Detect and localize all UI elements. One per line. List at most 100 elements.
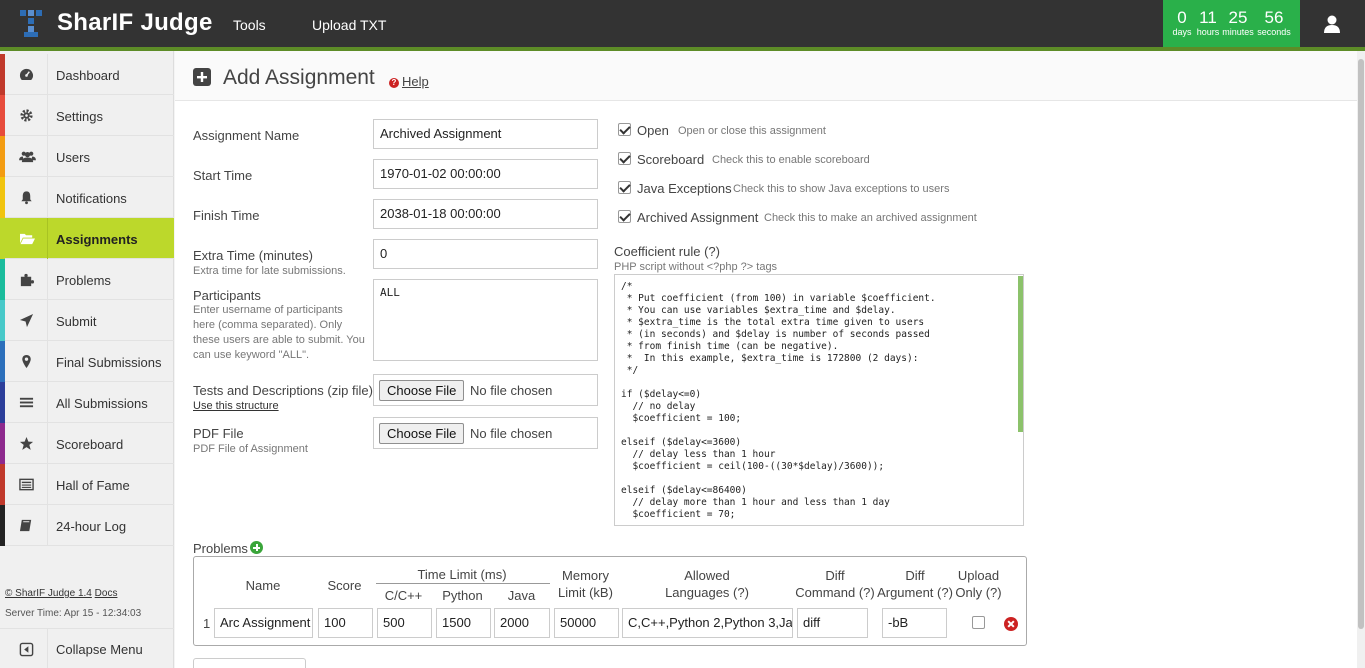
start-time-input[interactable]: 1970-01-02 00:00:00	[373, 159, 598, 189]
scoreboard-label: Scoreboard	[637, 152, 705, 167]
server-time: Server Time: Apr 15 - 12:34:03	[5, 608, 142, 619]
timer-days: 0 days	[1171, 8, 1193, 38]
sidebar-icon-box	[5, 423, 48, 464]
list-icon	[19, 397, 34, 408]
header-python: Python	[442, 588, 483, 603]
help-link[interactable]: ? Help	[389, 74, 429, 89]
add-problem-icon[interactable]	[250, 541, 263, 554]
extra-time-input[interactable]: 0	[373, 239, 598, 269]
participants-hint-2: here (comma separated). Only	[193, 319, 343, 331]
scoreboard-checkbox[interactable]	[618, 152, 631, 165]
problem-upload-only-checkbox[interactable]	[972, 616, 985, 629]
copyright-link[interactable]: © SharIF Judge 1.4	[5, 588, 92, 599]
use-this-structure-link[interactable]: Use this structure	[193, 400, 279, 412]
bell-icon	[21, 191, 32, 205]
main-content: Assignment Name Archived Assignment Star…	[175, 101, 1357, 668]
top-bar: SharIF Judge Tools Upload TXT 0 days 11 …	[0, 0, 1365, 48]
sidebar-item-label: Scoreboard	[56, 437, 124, 452]
pdf-choose-file-button[interactable]: Choose File	[379, 423, 465, 444]
pdf-label: PDF File	[193, 426, 244, 441]
sidebar-item-label: All Submissions	[56, 396, 148, 411]
sidebar-item-problems[interactable]: Problems	[0, 259, 174, 300]
timer-minutes-label: minutes	[1222, 27, 1254, 37]
submit-button-partial[interactable]	[193, 658, 306, 668]
page-scrollbar-thumb[interactable]	[1358, 59, 1364, 629]
collapse-left-icon	[19, 642, 34, 657]
open-label: Open	[637, 123, 669, 138]
timer-days-value: 0	[1177, 8, 1187, 27]
folder-open-icon	[20, 233, 35, 245]
sidebar: Dashboard Settings Users Notifications A…	[0, 51, 174, 668]
scoreboard-desc: Check this to enable scoreboard	[712, 154, 870, 166]
problem-languages-input[interactable]: C,C++,Python 2,Python 3,Java	[622, 608, 793, 638]
sidebar-item-scoreboard[interactable]: Scoreboard	[0, 423, 174, 464]
tests-choose-file-button[interactable]: Choose File	[379, 380, 465, 401]
sidebar-item-assignments[interactable]: Assignments	[0, 218, 174, 259]
delete-problem-icon[interactable]	[1004, 617, 1018, 631]
sidebar-item-notifications[interactable]: Notifications	[0, 177, 174, 218]
header-allowed: Allowed	[684, 568, 730, 583]
problem-score-input[interactable]: 100	[318, 608, 373, 638]
java-exceptions-label: Java Exceptions	[637, 181, 732, 196]
pdf-file-input[interactable]: Choose File No file chosen	[373, 417, 598, 449]
sidebar-item-hall-of-fame[interactable]: Hall of Fame	[0, 464, 174, 505]
sidebar-item-submit[interactable]: Submit	[0, 300, 174, 341]
timer-seconds: 56 seconds	[1257, 8, 1291, 38]
nav-upload-txt[interactable]: Upload TXT	[312, 17, 386, 33]
problem-diff-argument-input[interactable]: -bB	[882, 608, 947, 638]
collapse-menu-button[interactable]: Collapse Menu	[0, 628, 174, 668]
sidebar-item-label: Assignments	[56, 232, 138, 247]
sidebar-item-settings[interactable]: Settings	[0, 95, 174, 136]
participants-hint-4: can use keyword "ALL".	[193, 349, 310, 361]
sidebar-item-24-hour-log[interactable]: 24-hour Log	[0, 505, 174, 546]
sidebar-icon-box	[5, 300, 48, 341]
participants-textarea[interactable]: ALL	[373, 279, 598, 361]
code-editor-scrollbar[interactable]	[1018, 276, 1023, 432]
java-exceptions-checkbox[interactable]	[618, 181, 631, 194]
sidebar-item-label: Users	[56, 150, 90, 165]
users-icon	[19, 151, 36, 163]
tests-file-input[interactable]: Choose File No file chosen	[373, 374, 598, 406]
sidebar-icon-box	[5, 95, 48, 136]
nav-tools[interactable]: Tools	[233, 17, 266, 33]
archived-assignment-checkbox[interactable]	[618, 210, 631, 223]
sidebar-item-final-submissions[interactable]: Final Submissions	[0, 341, 174, 382]
problem-diff-command-input[interactable]: diff	[797, 608, 868, 638]
header-c-cpp: C/C++	[384, 588, 423, 603]
page-scrollbar[interactable]	[1357, 51, 1365, 668]
finish-time-input[interactable]: 2038-01-18 00:00:00	[373, 199, 598, 229]
timer-days-label: days	[1172, 27, 1192, 37]
sidebar-item-label: 24-hour Log	[56, 519, 127, 534]
coefficient-rule-label: Coefficient rule (?)	[614, 244, 720, 259]
sidebar-item-dashboard[interactable]: Dashboard	[0, 54, 174, 95]
problem-name-input[interactable]: Arc Assignment	[214, 608, 313, 638]
assignment-name-input[interactable]: Archived Assignment	[373, 119, 598, 149]
extra-time-label: Extra Time (minutes)	[193, 248, 313, 263]
problem-python-time-input[interactable]: 1500	[436, 608, 491, 638]
problem-java-time-input[interactable]: 2000	[494, 608, 550, 638]
problem-memory-input[interactable]: 50000	[554, 608, 619, 638]
page-title: Add Assignment	[223, 66, 375, 89]
participants-hint-1: Enter username of participants	[193, 304, 343, 316]
problems-title: Problems	[193, 541, 248, 556]
tests-label: Tests and Descriptions (zip file)	[193, 383, 373, 398]
user-icon[interactable]	[1322, 14, 1342, 34]
page-header: Add Assignment ? Help	[175, 51, 1357, 101]
coefficient-rule-hint: PHP script without <?php ?> tags	[614, 261, 778, 273]
brand-title[interactable]: SharIF Judge	[57, 9, 213, 37]
sidebar-item-users[interactable]: Users	[0, 136, 174, 177]
coefficient-rule-editor[interactable]: /* * Put coefficient (from 100) in varia…	[614, 274, 1024, 526]
gear-icon	[20, 109, 33, 122]
open-checkbox[interactable]	[618, 123, 631, 136]
sidebar-icon-box	[5, 54, 48, 95]
docs-link[interactable]: Docs	[95, 588, 118, 599]
pdf-hint: PDF File of Assignment	[193, 443, 308, 455]
sidebar-icon-box	[5, 259, 48, 300]
map-marker-icon	[22, 354, 31, 369]
problem-c-time-input[interactable]: 500	[377, 608, 432, 638]
sidebar-item-all-submissions[interactable]: All Submissions	[0, 382, 174, 423]
extra-time-hint: Extra time for late submissions.	[193, 265, 346, 277]
timer-hours-label: hours	[1196, 27, 1220, 37]
pdf-no-file-text: No file chosen	[470, 426, 553, 441]
sidebar-icon-box	[5, 505, 48, 546]
